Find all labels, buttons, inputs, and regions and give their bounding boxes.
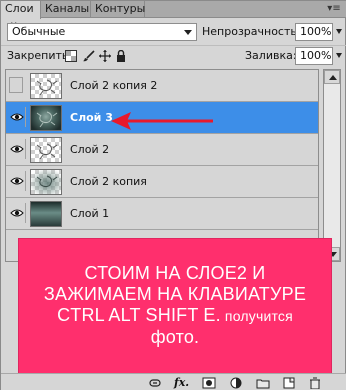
tab-channels-label: Каналы <box>45 2 90 15</box>
panel-menu-icon[interactable]: ▾≡ <box>327 4 341 14</box>
new-layer-icon[interactable] <box>282 377 296 389</box>
layers-scrollbar[interactable] <box>323 69 341 262</box>
callout-text: СТОИМ НА СЛОЕ2 И ЗАЖИМАЕМ НА КЛАВИАТУРЕ … <box>29 263 321 348</box>
panel-tab-bar: Слои✕ Каналы Контуры ▾≡ <box>1 1 346 31</box>
blend-mode-value: Обычные <box>12 25 66 38</box>
link-layers-icon[interactable] <box>148 377 162 389</box>
visibility-toggle[interactable] <box>8 139 26 159</box>
callout-line-3: CTRL ALT SHIFT E. получится <box>29 305 321 327</box>
tab-layers[interactable]: Слои✕ <box>1 1 41 31</box>
opacity-value: 100% <box>300 25 332 38</box>
layer-row-sloy-2-kopiya[interactable]: Слой 2 копия <box>6 166 318 198</box>
layer-name: Слой 2 копия <box>70 175 147 188</box>
fill-value: 100% <box>300 49 332 62</box>
lock-transparency-icon[interactable] <box>65 50 77 62</box>
lock-all-icon[interactable] <box>115 49 127 62</box>
layers-panel: Слои✕ Каналы Контуры ▾≡ Обычные Непрозра… <box>0 0 346 390</box>
tab-channels[interactable]: Каналы <box>41 1 91 18</box>
layer-row-sloy-1[interactable]: Слой 1 <box>6 198 318 230</box>
eye-icon <box>10 113 24 121</box>
red-arrow-icon <box>111 112 213 130</box>
layer-thumbnail <box>30 169 62 195</box>
eye-icon <box>10 209 24 217</box>
opacity-label: Непрозрачность: <box>202 25 301 38</box>
opacity-input[interactable]: 100% <box>295 23 333 41</box>
adjustment-icon[interactable] <box>229 377 243 389</box>
layer-thumbnail <box>30 105 62 131</box>
layer-thumbnail <box>30 73 62 99</box>
visibility-toggle-off[interactable] <box>9 77 23 93</box>
layer-name: Слой 2 <box>70 143 110 156</box>
callout-line-1: СТОИМ НА СЛОЕ2 И <box>84 263 266 283</box>
trash-icon[interactable] <box>308 377 322 390</box>
fill-dropdown-button[interactable] <box>335 47 343 65</box>
callout-line-4: фото. <box>150 327 200 347</box>
tab-layers-label: Слои <box>5 2 34 15</box>
visibility-toggle[interactable] <box>8 203 26 223</box>
layer-row-sloy-2[interactable]: Слой 2 <box>6 134 318 166</box>
mask-icon[interactable] <box>202 377 216 389</box>
eye-icon <box>10 145 24 153</box>
layer-name: Слой 2 копия 2 <box>70 79 158 92</box>
blend-mode-select[interactable]: Обычные <box>7 23 197 41</box>
callout-line-3-suffix: получится <box>220 308 293 324</box>
callout-line-2: ЗАЖИМАЕМ НА КЛАВИАТУРЕ <box>43 284 307 304</box>
fill-input[interactable]: 100% <box>295 47 333 65</box>
scroll-up-button[interactable] <box>324 70 340 84</box>
tab-paths-label: Контуры <box>95 2 146 15</box>
move-icon[interactable] <box>99 50 111 62</box>
fill-label: Заливка: <box>245 49 297 62</box>
eye-icon <box>10 177 24 185</box>
layer-thumbnail <box>30 201 62 227</box>
lock-label: Закрепить: <box>7 49 73 62</box>
lock-row: Закрепить: Заливка: 100% <box>1 45 346 65</box>
layer-thumbnail <box>30 137 62 163</box>
callout-keys: CTRL ALT SHIFT E. <box>57 305 221 325</box>
group-folder-icon[interactable] <box>256 377 270 389</box>
chevron-down-icon <box>184 30 192 35</box>
visibility-toggle[interactable] <box>8 107 26 127</box>
opacity-dropdown-button[interactable] <box>335 23 343 41</box>
instruction-callout: СТОИМ НА СЛОЕ2 И ЗАЖИМАЕМ НА КЛАВИАТУРЕ … <box>19 239 331 373</box>
layer-row-slоy-2-kopiya-2[interactable]: Слой 2 копия 2 <box>6 70 318 102</box>
tab-paths[interactable]: Контуры <box>91 1 145 18</box>
layers-list: Слой 2 копия 2 Слой 3 Слой 2 Слой 2 копи… <box>5 69 319 262</box>
visibility-toggle[interactable] <box>8 171 26 191</box>
blend-row: Обычные Непрозрачность: 100% <box>1 19 346 45</box>
brush-icon[interactable] <box>83 50 95 62</box>
layer-name: Слой 3 <box>70 111 113 124</box>
layer-name: Слой 1 <box>70 207 110 220</box>
fx-icon[interactable]: fx. <box>174 377 189 389</box>
layers-bottom-toolbar: fx. <box>1 373 346 390</box>
